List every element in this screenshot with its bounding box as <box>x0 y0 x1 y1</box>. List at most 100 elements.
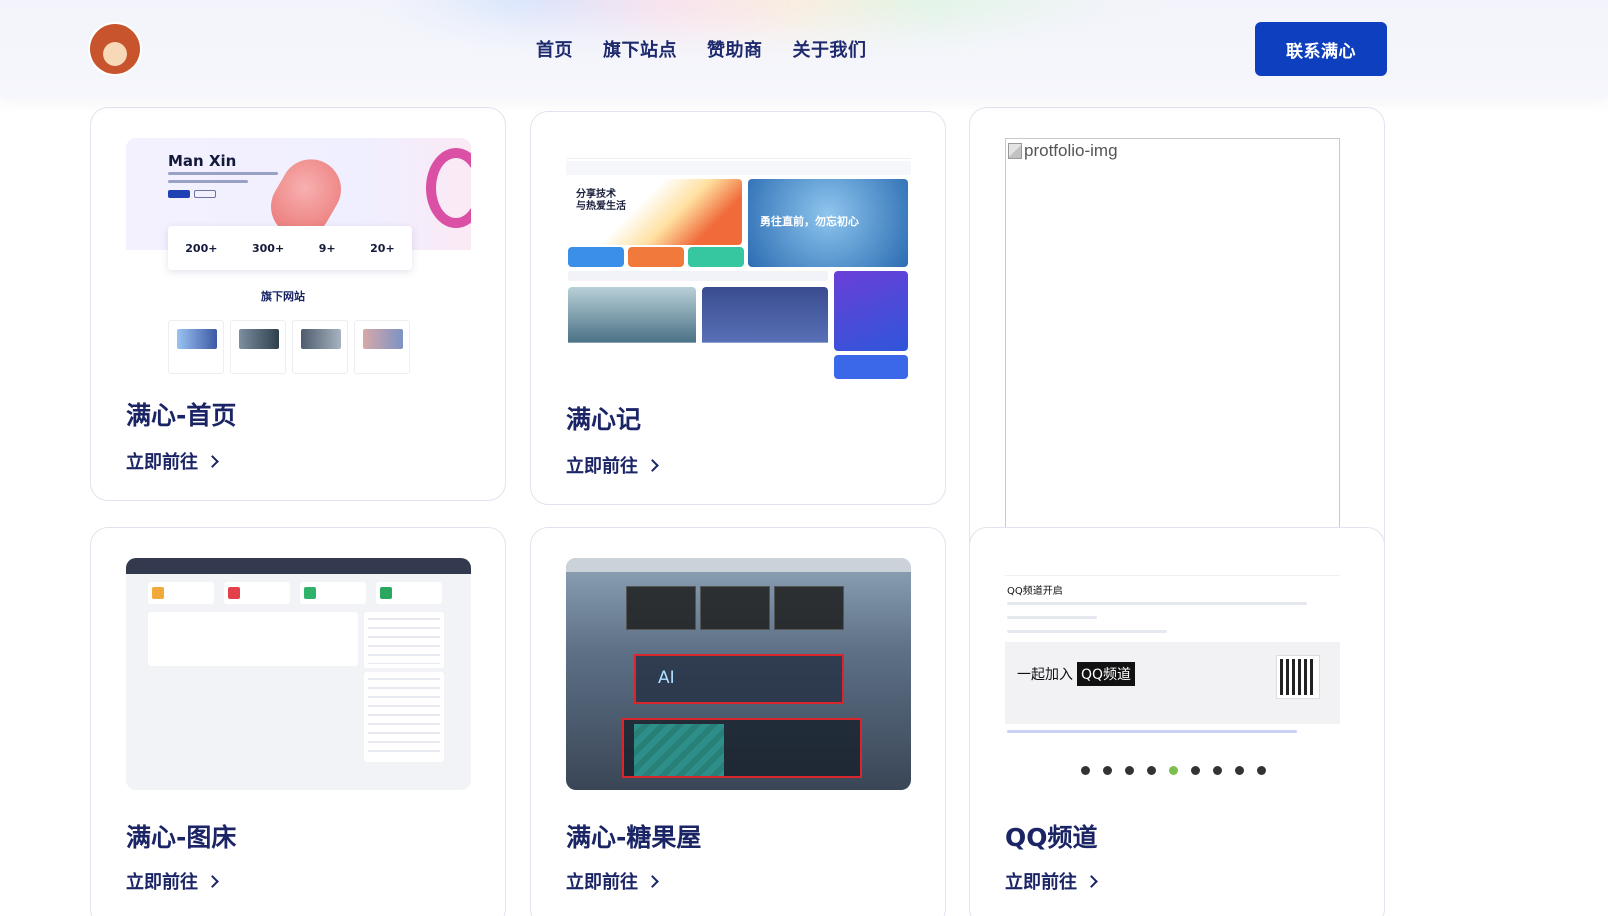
thumb-text-line <box>168 180 248 183</box>
site-card-blog: 分享技术 与热爱生活 勇往直前，勿忘初心 满心记 立即前往 <box>530 111 946 505</box>
card-thumbnail[interactable]: 分享技术 与热爱生活 勇往直前，勿忘初心 <box>566 141 911 379</box>
thumb-profile-card <box>834 271 908 351</box>
thumb-social-icons <box>1081 766 1266 775</box>
thumb-join-prefix: 一起加入 <box>1017 667 1073 683</box>
thumb-stat-card <box>300 582 366 604</box>
chevron-right-icon <box>646 459 659 472</box>
thumb-stat-cards <box>148 582 442 604</box>
nav-home[interactable]: 首页 <box>536 36 573 62</box>
thumb-stat-card <box>376 582 442 604</box>
thumb-button <box>194 190 216 198</box>
thumb-button <box>168 190 190 198</box>
card-thumbnail[interactable]: QQ频道开启 一起加入 QQ频道 <box>1005 558 1340 790</box>
site-header: 首页 旗下站点 赞助商 关于我们 联系满心 <box>0 0 1608 98</box>
thumb-tile: 分享技术 与热爱生活 <box>568 179 742 245</box>
qr-code-icon <box>1277 656 1319 698</box>
nav-sites[interactable]: 旗下站点 <box>603 36 677 62</box>
page: 首页 旗下站点 赞助商 关于我们 联系满心 Man Xin 200+ 300+ … <box>0 0 1608 916</box>
thumb-ai-banner: AI <box>634 654 844 704</box>
thumb-navbar <box>566 141 911 159</box>
thumb-stat: 300+ <box>252 241 285 255</box>
chevron-right-icon <box>646 875 659 888</box>
thumb-join: 一起加入 QQ频道 <box>1017 662 1136 686</box>
thumb-stat-card <box>224 582 290 604</box>
thumb-mini-card <box>354 320 410 374</box>
broken-image[interactable]: protfolio-img <box>1005 138 1340 528</box>
paint-roller-icon <box>634 724 724 776</box>
chevron-right-icon <box>206 455 219 468</box>
card-link-label: 立即前往 <box>1005 872 1077 893</box>
thumb-ai-text: AI <box>658 668 675 688</box>
thumb-tile: 勇往直前，勿忘初心 <box>748 179 908 267</box>
card-thumbnail[interactable] <box>126 558 471 790</box>
thumb-mini-card <box>292 320 348 374</box>
card-link[interactable]: 立即前往 <box>126 868 219 894</box>
broken-image-alt: protfolio-img <box>1008 141 1118 161</box>
thumb-brand: Man Xin <box>168 152 237 170</box>
thumb-chip <box>568 247 624 267</box>
thumb-mini-card <box>230 320 286 374</box>
card-link-label: 立即前往 <box>566 456 638 477</box>
thumb-chip <box>688 247 744 267</box>
thumb-text-line <box>1007 630 1167 633</box>
thumb-box <box>774 586 844 630</box>
thumb-notice-bar <box>566 161 911 175</box>
card-title: 满心-首页 <box>126 401 237 430</box>
card-link[interactable]: 立即前往 <box>126 448 219 474</box>
thumb-navbar <box>566 558 911 572</box>
thumb-box-row <box>626 586 844 630</box>
thumb-post-image <box>568 287 696 379</box>
site-card-home: Man Xin 200+ 300+ 9+ 20+ 旗下网站 满心-首页 立即前往 <box>90 107 506 501</box>
thumb-chip <box>628 247 684 267</box>
thumb-join-panel: 一起加入 QQ频道 <box>1005 642 1340 724</box>
thumb-stat: 9+ <box>318 241 336 255</box>
broken-image-alt-text: protfolio-img <box>1024 141 1118 160</box>
thumb-box <box>700 586 770 630</box>
thumb-text-line <box>1007 616 1097 619</box>
chevron-right-icon <box>206 875 219 888</box>
thumb-text-line <box>1007 730 1297 733</box>
thumb-box <box>626 586 696 630</box>
thumb-group-card <box>834 355 908 379</box>
thumb-panel <box>148 612 358 666</box>
mushroom-avatar-logo-icon[interactable] <box>90 24 140 74</box>
thumb-tile-text: 分享技术 与热爱生活 <box>576 189 626 212</box>
thumb-section-title: 旗下网站 <box>261 290 305 303</box>
thumb-navbar <box>1005 558 1340 576</box>
thumb-heading: QQ频道开启 <box>1007 586 1063 597</box>
thumb-mini-sites <box>168 320 410 374</box>
nav-sponsors[interactable]: 赞助商 <box>707 36 763 62</box>
main-nav: 首页 旗下站点 赞助商 关于我们 <box>536 36 867 62</box>
thumb-topbar <box>126 558 471 574</box>
thumb-chips <box>568 247 744 267</box>
card-title: 满心-图床 <box>126 823 237 852</box>
thumb-text-line <box>168 172 278 175</box>
contact-button[interactable]: 联系满心 <box>1255 22 1387 76</box>
thumb-panel <box>364 672 444 762</box>
site-card-qq-channel: QQ频道开启 一起加入 QQ频道 QQ频道 立即前往 <box>969 527 1385 916</box>
card-link-label: 立即前往 <box>126 872 198 893</box>
chevron-right-icon <box>1085 875 1098 888</box>
card-link[interactable]: 立即前往 <box>566 452 659 478</box>
thumb-stat: 200+ <box>185 241 218 255</box>
card-link[interactable]: 立即前往 <box>566 868 659 894</box>
card-thumbnail[interactable]: Man Xin 200+ 300+ 9+ 20+ 旗下网站 <box>126 138 471 374</box>
card-title: 满心记 <box>566 405 642 434</box>
site-card-candy-house: AI 满心-糖果屋 立即前往 <box>530 527 946 916</box>
broken-image-icon <box>1008 143 1022 159</box>
thumb-panel <box>364 612 444 668</box>
thumb-paint-banner <box>622 718 862 778</box>
thumb-category-strip <box>568 271 828 281</box>
card-thumbnail[interactable]: AI <box>566 558 911 790</box>
nav-about[interactable]: 关于我们 <box>793 36 867 62</box>
site-card-image-host: 满心-图床 立即前往 <box>90 527 506 916</box>
card-link[interactable]: 立即前往 <box>1005 868 1098 894</box>
thumb-stat-card <box>148 582 214 604</box>
card-title: QQ频道 <box>1005 823 1098 852</box>
thumb-stats: 200+ 300+ 9+ 20+ <box>168 226 412 270</box>
thumb-text-line <box>1007 602 1307 605</box>
card-title: 满心-糖果屋 <box>566 823 702 852</box>
card-link-label: 立即前往 <box>566 872 638 893</box>
card-link-label: 立即前往 <box>126 452 198 473</box>
thumb-post-image <box>702 287 828 379</box>
